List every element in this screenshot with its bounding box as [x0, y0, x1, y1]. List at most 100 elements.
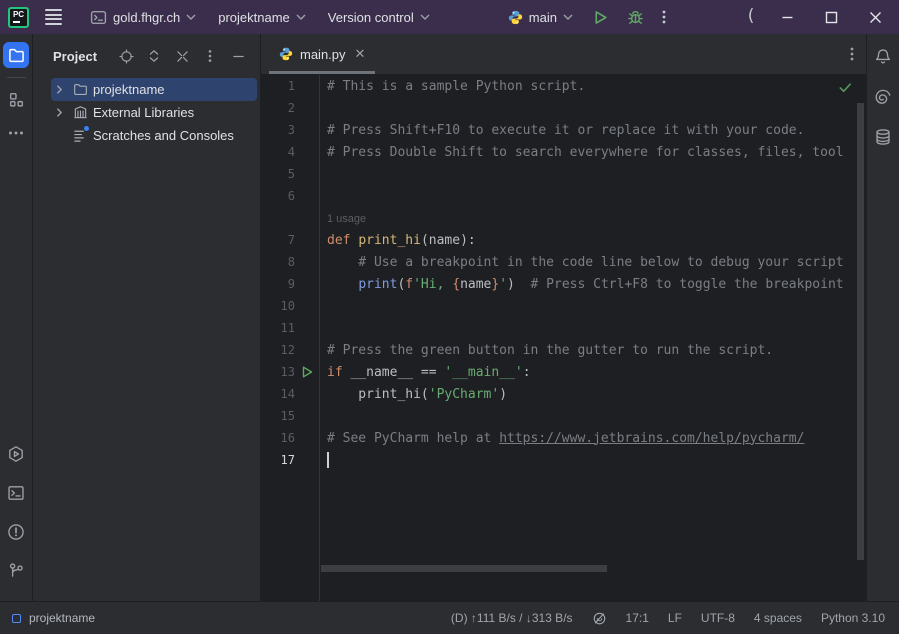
inspections-check-icon[interactable] — [838, 80, 853, 95]
expand-icon[interactable] — [146, 48, 162, 64]
debug-icon — [627, 9, 644, 26]
hamburger-icon[interactable] — [43, 5, 64, 29]
locate-icon[interactable] — [118, 48, 134, 64]
ssh-terminal-icon — [90, 9, 107, 26]
ai-icon — [874, 88, 892, 106]
title-bar: PC gold.fhgr.ch projektname Version cont… — [0, 0, 899, 34]
project-panel-header: Project — [33, 34, 260, 78]
code-line: 11 — [261, 317, 866, 339]
more-actions-button[interactable] — [653, 5, 675, 29]
project-menu[interactable]: projektname — [212, 6, 312, 29]
line-number[interactable]: 10 — [261, 299, 295, 313]
chevron-right-icon[interactable] — [51, 85, 67, 94]
remote-host-menu[interactable]: gold.fhgr.ch — [84, 5, 202, 30]
hide-panel-icon[interactable] — [230, 48, 246, 64]
ai-assistant-tool-button[interactable] — [870, 84, 896, 110]
editor-tab-bar: main.py ✕ — [261, 34, 866, 75]
line-number[interactable]: 1 — [261, 79, 295, 93]
debug-button[interactable] — [618, 5, 653, 30]
inlay-hint-text: 1 usage — [327, 211, 366, 226]
git-tool-button[interactable] — [3, 558, 29, 584]
code-line: 16# See PyCharm help at https://www.jetb… — [261, 427, 866, 449]
vertical-scrollbar[interactable] — [857, 103, 864, 560]
services-tool-button[interactable] — [3, 441, 29, 467]
line-number[interactable]: 12 — [261, 343, 295, 357]
chevron-right-icon[interactable] — [51, 108, 67, 117]
database-tool-button[interactable] — [870, 124, 896, 150]
code-line: 14 print_hi('PyCharm') — [261, 383, 866, 405]
problems-icon — [7, 523, 25, 541]
close-button[interactable] — [861, 4, 889, 30]
library-icon — [71, 105, 89, 120]
tab-label: main.py — [300, 47, 346, 62]
run-line-icon[interactable] — [301, 366, 313, 378]
status-project-widget[interactable]: projektname — [12, 611, 95, 625]
crescent-icon[interactable]: ( — [737, 4, 765, 30]
code-text: # Press Double Shift to search everywher… — [327, 145, 844, 160]
code-line: 5 — [261, 163, 866, 185]
gutter-run-slot[interactable] — [295, 366, 319, 378]
line-number[interactable]: 6 — [261, 189, 295, 203]
line-number[interactable]: 11 — [261, 321, 295, 335]
status-encoding[interactable]: UTF-8 — [701, 611, 735, 625]
line-number[interactable]: 4 — [261, 145, 295, 159]
status-project-label: projektname — [29, 611, 95, 625]
more-tool-windows-button[interactable] — [3, 120, 29, 146]
editor-options-kebab-icon[interactable] — [850, 46, 854, 62]
status-bar: projektname (D) ↑111 B/s / ↓313 B/s 17:1… — [0, 601, 899, 634]
scratches-badge — [83, 125, 90, 132]
status-indent[interactable]: 4 spaces — [754, 611, 802, 625]
code-text: # Press Shift+F10 to execute it or repla… — [327, 123, 804, 138]
chevron-down-icon — [296, 14, 306, 20]
left-tool-strip — [0, 34, 33, 601]
line-number[interactable]: 5 — [261, 167, 295, 181]
line-number[interactable]: 14 — [261, 387, 295, 401]
tree-item-projektname[interactable]: projektname — [51, 78, 257, 101]
code-text: print_hi('PyCharm') — [327, 387, 507, 402]
status-interpreter[interactable]: Python 3.10 — [821, 611, 885, 625]
bell-icon — [874, 48, 892, 66]
maximize-button[interactable] — [817, 4, 845, 30]
line-number[interactable]: 15 — [261, 409, 295, 423]
code-line: 3 # Press Shift+F10 to execute it or repl… — [261, 119, 866, 141]
code-text: def print_hi(name): — [327, 233, 476, 248]
line-number[interactable]: 3 — [261, 123, 295, 137]
tab-close-icon[interactable]: ✕ — [355, 46, 366, 62]
text-caret — [327, 452, 329, 468]
problems-tool-button[interactable] — [3, 519, 29, 545]
vcs-menu[interactable]: Version control — [322, 6, 436, 29]
maximize-icon — [825, 11, 838, 24]
services-icon — [7, 445, 25, 463]
structure-tool-button[interactable] — [3, 86, 29, 112]
project-tool-button[interactable] — [3, 42, 29, 68]
line-number[interactable]: 16 — [261, 431, 295, 445]
line-number[interactable]: 2 — [261, 101, 295, 115]
run-button[interactable] — [583, 5, 618, 30]
status-line-separator[interactable]: LF — [668, 611, 682, 625]
remote-host-label: gold.fhgr.ch — [113, 10, 180, 25]
pycharm-logo-icon: PC — [8, 7, 29, 28]
tree-item-scratches-and-consoles[interactable]: Scratches and Consoles — [51, 124, 257, 147]
line-number[interactable]: 8 — [261, 255, 295, 269]
horizontal-scrollbar[interactable] — [321, 565, 607, 572]
folder-icon — [71, 82, 89, 97]
status-caret-position[interactable]: 17:1 — [626, 611, 649, 625]
vcs-menu-label: Version control — [328, 10, 414, 25]
kebab-icon[interactable] — [202, 48, 218, 64]
line-number[interactable]: 13 — [261, 365, 295, 379]
run-configuration-selector[interactable]: main — [502, 6, 579, 29]
line-number[interactable]: 7 — [261, 233, 295, 247]
folder-icon — [8, 47, 25, 64]
eye-off-icon[interactable] — [592, 611, 607, 626]
status-network-traffic[interactable]: (D) ↑111 B/s / ↓313 B/s — [451, 611, 573, 625]
code-editor[interactable]: 1# This is a sample Python script.23# Pr… — [261, 75, 866, 601]
line-number[interactable]: 9 — [261, 277, 295, 291]
terminal-tool-button[interactable] — [3, 480, 29, 506]
line-number[interactable]: 17 — [261, 453, 295, 467]
code-line: 4 # Press Double Shift to search everywhe… — [261, 141, 866, 163]
tree-item-external-libraries[interactable]: External Libraries — [51, 101, 257, 124]
minimize-button[interactable] — [773, 4, 801, 30]
tab-main-py[interactable]: main.py ✕ — [269, 34, 375, 74]
notifications-tool-button[interactable] — [870, 44, 896, 70]
collapse-all-icon[interactable] — [174, 48, 190, 64]
